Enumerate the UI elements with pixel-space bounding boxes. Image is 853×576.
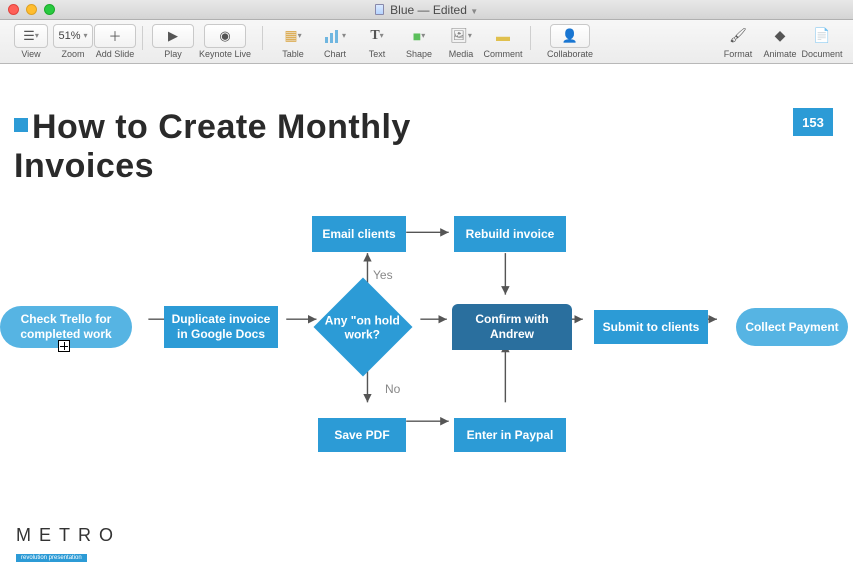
slide-title-line2: Invoices bbox=[14, 147, 411, 186]
flow-arrows bbox=[0, 204, 853, 544]
play-button[interactable]: ▶ Play bbox=[152, 22, 194, 62]
animate-icon: ◆ bbox=[775, 27, 786, 44]
document-status: Edited bbox=[433, 3, 467, 17]
window-title: Blue — Edited ▼ bbox=[0, 3, 853, 17]
text-button[interactable]: T▾ Text bbox=[356, 22, 398, 62]
format-button[interactable]: 🖌 Format bbox=[717, 22, 759, 62]
add-slide-button[interactable]: ＋ Add Slide bbox=[94, 22, 136, 62]
media-icon: 🖼 bbox=[450, 27, 468, 44]
table-button[interactable]: ▦▾ Table bbox=[272, 22, 314, 62]
keynote-live-button[interactable]: ◉ Keynote Live bbox=[194, 22, 256, 62]
logo: METRO revolution presentation bbox=[16, 525, 121, 564]
logo-main: METRO bbox=[16, 525, 121, 546]
comment-button[interactable]: ▬ Comment bbox=[482, 22, 524, 62]
flow-submit-clients[interactable]: Submit to clients bbox=[594, 310, 708, 344]
brush-icon: 🖌 bbox=[729, 27, 747, 44]
document-name: Blue bbox=[390, 3, 414, 17]
slide-title-line1: How to Create Monthly bbox=[32, 108, 411, 146]
flow-label-yes: Yes bbox=[373, 268, 393, 282]
collaborate-icon: 👤 bbox=[562, 28, 578, 44]
slide-number: 153 bbox=[793, 108, 833, 136]
flow-confirm-andrew[interactable]: Confirm with Andrew bbox=[452, 304, 572, 350]
animate-button[interactable]: ◆ Animate bbox=[759, 22, 801, 62]
flow-label-no: No bbox=[385, 382, 400, 396]
table-icon: ▦ bbox=[284, 27, 297, 44]
flowchart: Check Trello for completed work Duplicat… bbox=[0, 204, 853, 544]
close-icon[interactable] bbox=[8, 4, 19, 15]
window-titlebar: Blue — Edited ▼ bbox=[0, 0, 853, 20]
comment-icon: ▬ bbox=[496, 28, 510, 44]
move-cursor-icon bbox=[58, 340, 70, 352]
plus-icon: ＋ bbox=[108, 26, 121, 45]
view-icon: ☰ bbox=[23, 28, 35, 44]
flow-save-pdf[interactable]: Save PDF bbox=[318, 418, 406, 452]
flow-email-clients[interactable]: Email clients bbox=[312, 216, 406, 252]
logo-sub: revolution presentation bbox=[16, 554, 87, 562]
zoom-value: 51% bbox=[58, 30, 80, 42]
flow-duplicate-invoice[interactable]: Duplicate invoice in Google Docs bbox=[164, 306, 278, 348]
chevron-down-icon: ▾ bbox=[84, 31, 88, 40]
flow-enter-paypal[interactable]: Enter in Paypal bbox=[454, 418, 566, 452]
view-button[interactable]: ☰▾ View bbox=[10, 22, 52, 62]
toolbar: ☰▾ View 51% ▾ Zoom ＋ Add Slide ▶ Play ◉ … bbox=[0, 20, 853, 64]
maximize-icon[interactable] bbox=[44, 4, 55, 15]
chart-icon bbox=[324, 29, 342, 43]
chevron-down-icon[interactable]: ▼ bbox=[470, 7, 478, 16]
slide-canvas[interactable]: How to Create Monthly Invoices 153 bbox=[0, 64, 853, 576]
flow-rebuild-invoice[interactable]: Rebuild invoice bbox=[454, 216, 566, 252]
title-accent bbox=[14, 118, 28, 132]
zoom-button[interactable]: 51% ▾ Zoom bbox=[52, 22, 94, 62]
flow-collect-payment[interactable]: Collect Payment bbox=[736, 308, 848, 346]
slide-title-block: How to Create Monthly Invoices bbox=[14, 108, 411, 186]
document-button[interactable]: 📄 Document bbox=[801, 22, 843, 62]
play-icon: ▶ bbox=[168, 28, 178, 44]
shape-icon: ■ bbox=[413, 28, 421, 44]
chart-button[interactable]: ▾ Chart bbox=[314, 22, 356, 62]
document-icon bbox=[375, 4, 384, 15]
window-controls bbox=[8, 4, 55, 15]
text-icon: T bbox=[370, 28, 379, 44]
minimize-icon[interactable] bbox=[26, 4, 37, 15]
media-button[interactable]: 🖼▾ Media bbox=[440, 22, 482, 62]
flow-decision-on-hold[interactable]: Any "on hold work? bbox=[314, 278, 413, 377]
document-icon: 📄 bbox=[813, 27, 830, 44]
collaborate-button[interactable]: 👤 Collaborate bbox=[540, 22, 600, 62]
broadcast-icon: ◉ bbox=[219, 28, 230, 44]
shape-button[interactable]: ■▾ Shape bbox=[398, 22, 440, 62]
